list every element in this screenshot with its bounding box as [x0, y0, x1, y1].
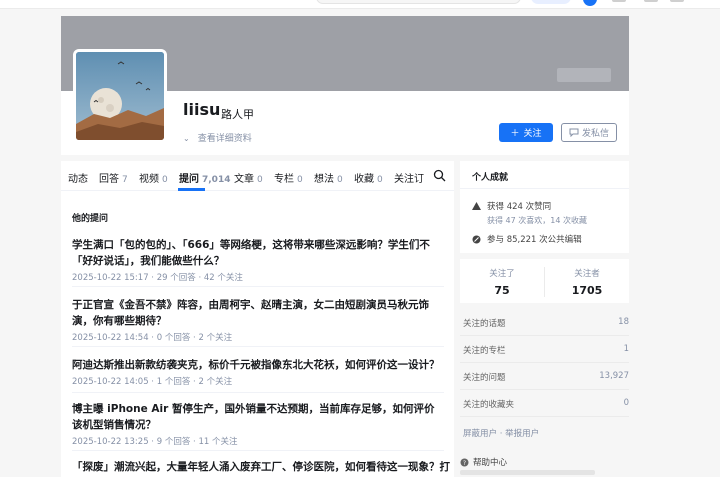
profile-name: liisu — [183, 100, 221, 119]
tab-columns[interactable]: 专栏 0 — [274, 170, 303, 185]
question-item[interactable]: 于正官宣《金吾不禁》阵容，由周柯宇、赵晴主演，女二由短剧演员马秋元饰演，你有哪些… — [72, 297, 444, 347]
followed-questions-link[interactable]: 关注的问题 13,927 — [460, 363, 629, 390]
follow-button[interactable]: ＋ 关注 — [499, 123, 553, 142]
view-details-link[interactable]: ⌄ 查看详细资料 — [183, 131, 252, 144]
avatar[interactable] — [73, 49, 167, 143]
question-meta: 2025-10-22 14:54 · 0 个回答 · 2 个关注 — [72, 333, 233, 343]
question-title[interactable]: 于正官宣《金吾不禁》阵容，由周柯宇、赵晴主演，女二由短剧演员马秋元饰演，你有哪些… — [72, 297, 444, 329]
top-navigation-bar — [0, 0, 720, 9]
tab-articles[interactable]: 文章 0 — [234, 170, 263, 185]
search-icon[interactable] — [433, 169, 446, 182]
help-icon: ? — [460, 458, 469, 467]
followers-stat[interactable]: 关注者 1705 — [545, 259, 629, 297]
help-center-link[interactable]: ? 帮助中心 — [460, 456, 507, 468]
divider — [460, 188, 629, 189]
message-icon[interactable] — [644, 0, 658, 2]
tab-videos[interactable]: 视频 0 — [139, 170, 168, 185]
followers-label: 关注者 — [574, 269, 600, 279]
section-title: 他的提问 — [72, 214, 109, 224]
following-count: 75 — [494, 284, 510, 297]
question-item[interactable]: 学生满口「包的包的」、「666」等网络梗，这将带来哪些深远影响？学生们不「好好说… — [72, 237, 444, 287]
followed-collections-link[interactable]: 关注的收藏夹 0 — [460, 390, 629, 417]
block-report-links[interactable]: 屏蔽用户 · 举报用户 — [463, 427, 539, 439]
cover-edit-button[interactable] — [557, 68, 611, 82]
tab-questions[interactable]: 提问 7,014 — [179, 170, 230, 185]
creator-icon[interactable] — [670, 0, 684, 2]
question-meta: 2025-10-22 15:17 · 29 个回答 · 42 个关注 — [72, 273, 243, 283]
question-title[interactable]: 「探废」潮流兴起，大量年轻人涌入废弃工厂、停诊医院，如何看待这一现象？打 — [72, 459, 450, 475]
edits-row: 参与 85,221 次公共编辑 — [472, 233, 582, 245]
achievements-card: 个人成就 获得 424 次赞同 获得 47 次喜欢，14 次收藏 参与 85,2… — [460, 161, 629, 253]
user-avatar-icon[interactable] — [583, 0, 597, 6]
active-tab-indicator — [178, 188, 205, 191]
footer-text — [460, 470, 595, 475]
question-meta: 2025-10-22 13:25 · 9 个回答 · 11 个关注 — [72, 437, 238, 447]
ask-question-button[interactable] — [531, 0, 571, 4]
view-details-label: 查看详细资料 — [197, 134, 252, 144]
tab-activity[interactable]: 动态 — [68, 170, 88, 185]
tab-collections[interactable]: 收藏 0 — [354, 170, 383, 185]
question-title[interactable]: 学生满口「包的包的」、「666」等网络梗，这将带来哪些深远影响？学生们不「好好说… — [72, 237, 444, 269]
question-item[interactable]: 博主曝 iPhone Air 暂停生产，国外销量不达预期，当前库存足够，如何评价… — [72, 401, 444, 451]
profile-header-card: liisu 路人甲 ⌄ 查看详细资料 ＋ 关注 发私信 — [61, 16, 629, 155]
profile-main-content: 动态 回答 7 视频 0 提问 7,014 文章 0 专栏 0 想法 0 收藏 0 关注订 他… — [61, 161, 454, 477]
followers-count: 1705 — [571, 284, 603, 297]
notification-icon[interactable] — [612, 0, 626, 2]
follow-stats-card: 关注了 75 关注者 1705 — [460, 259, 629, 303]
tab-thoughts[interactable]: 想法 0 — [314, 170, 343, 185]
upvote-icon — [472, 202, 481, 210]
question-meta: 2025-10-22 14:05 · 1 个回答 · 2 个关注 — [72, 377, 233, 387]
question-item[interactable]: 「探废」潮流兴起，大量年轻人涌入废弃工厂、停诊医院，如何看待这一现象？打 — [72, 459, 450, 477]
follow-button-label: 关注 — [523, 129, 542, 139]
achievements-title: 个人成就 — [472, 173, 509, 183]
followed-columns-link[interactable]: 关注的专栏 1 — [460, 336, 629, 363]
likes-row: 获得 424 次赞同 — [472, 200, 551, 212]
tab-following[interactable]: 关注订 — [394, 170, 424, 185]
plus-icon: ＋ — [510, 129, 520, 139]
question-title[interactable]: 阿迪达斯推出新款纺袭夹克，标价千元被指像东北大花袄，如何评价这一设计？ — [72, 357, 444, 373]
edit-badge-icon — [472, 235, 481, 243]
following-label: 关注了 — [489, 269, 515, 279]
avatar-moon-image — [76, 52, 164, 140]
svg-text:?: ? — [463, 460, 466, 467]
chevron-down-icon: ⌄ — [183, 134, 190, 143]
tab-answers[interactable]: 回答 7 — [99, 170, 128, 185]
followed-topics-link[interactable]: 关注的话题 18 — [460, 309, 629, 336]
following-stat[interactable]: 关注了 75 — [460, 259, 544, 297]
message-bubble-icon — [569, 128, 579, 137]
send-message-button[interactable]: 发私信 — [561, 123, 617, 142]
question-title[interactable]: 博主曝 iPhone Air 暂停生产，国外销量不达预期，当前库存足够，如何评价… — [72, 401, 444, 433]
profile-tabs: 动态 回答 7 视频 0 提问 7,014 文章 0 专栏 0 想法 0 收藏 0 关注订 — [61, 161, 454, 191]
question-item[interactable]: 阿迪达斯推出新款纺袭夹克，标价千元被指像东北大花袄，如何评价这一设计？ 2025… — [72, 357, 444, 393]
send-message-label: 发私信 — [581, 129, 609, 139]
profile-headline: 路人甲 — [221, 108, 254, 121]
likes-detail: 获得 47 次喜欢，14 次收藏 — [487, 216, 587, 225]
search-input[interactable] — [316, 0, 521, 4]
